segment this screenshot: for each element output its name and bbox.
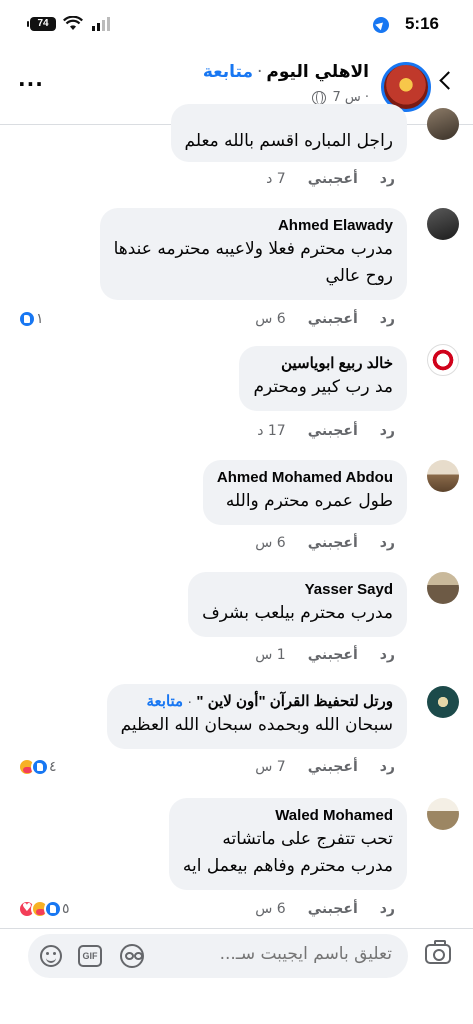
comment-time: 6 س [255, 901, 286, 917]
comment-author[interactable]: ورتل لتحفيظ القرآن "أون لاين " [196, 693, 393, 710]
comment-text: تحب تتفرج على ماتشاته [222, 829, 393, 849]
comment-text: مدرب محترم وفاهم بيعمل ايه [182, 856, 393, 876]
reaction-summary[interactable]: ٥ [18, 900, 74, 918]
comment-time: 1 س [255, 647, 286, 663]
comment-author[interactable]: Ahmed Mohamed Abdou [217, 468, 393, 488]
comment-time: 6 س [255, 535, 286, 551]
comment-time: 6 س [255, 311, 286, 327]
like-button[interactable]: أعجبني [308, 311, 358, 327]
comment-text: روح عالي [325, 266, 393, 286]
reply-button[interactable]: رد [380, 311, 395, 327]
comment-bubble[interactable]: خالد ربيع ابوياسين مد رب كبير ومحترم [239, 346, 407, 411]
like-button[interactable]: أعجبني [308, 535, 358, 551]
comment-text: راجل المباره اقسم بالله معلم [184, 131, 394, 151]
comment-author[interactable]: خالد ربيع ابوياسين [253, 354, 393, 374]
comment-actions: 7 س أعجبني رد [255, 759, 395, 775]
reply-button[interactable]: رد [380, 535, 395, 551]
comment-time: 7 د [266, 171, 286, 187]
comment-author[interactable]: Waled Mohamed [183, 806, 393, 826]
comment-input[interactable] [152, 944, 392, 964]
comment-text: مد رب كبير ومحترم [253, 377, 393, 397]
comment-text: طول عمره محترم والله [225, 491, 393, 511]
reply-button[interactable]: رد [380, 901, 395, 917]
like-button[interactable]: أعجبني [308, 647, 358, 663]
comment-text: سبحان الله وبحمده سبحان الله العظيم [120, 715, 393, 735]
reaction-summary[interactable]: ٤ [18, 758, 61, 776]
comment-bubble[interactable]: Ahmed Elawady مدرب محترم فعلا ولاعيبه مح… [99, 208, 407, 300]
comment-actions: 6 س أعجبني رد [255, 901, 395, 917]
avatar[interactable] [427, 460, 459, 492]
sticker-icon[interactable] [120, 944, 144, 968]
comment-actions: 6 س أعجبني رد [255, 311, 395, 327]
composer-divider [0, 928, 473, 929]
like-reaction-icon [44, 900, 62, 918]
reply-button[interactable]: رد [380, 423, 395, 439]
reaction-count: ٤ [49, 759, 57, 775]
avatar[interactable] [427, 108, 459, 140]
comment-bubble[interactable]: Waled Mohamed تحب تتفرج على ماتشاته مدرب… [168, 798, 407, 890]
gif-icon[interactable]: GIF [78, 945, 102, 967]
follow-button[interactable]: متابعة [146, 693, 183, 710]
avatar[interactable] [427, 208, 459, 240]
comment-actions: 17 د أعجبني رد [257, 423, 395, 439]
like-reaction-icon [31, 758, 49, 776]
reaction-summary[interactable]: ١ [18, 310, 48, 328]
comment-author[interactable]: Ahmed Elawady [114, 216, 393, 236]
like-button[interactable]: أعجبني [308, 901, 358, 917]
comment-composer[interactable]: GIF [28, 934, 408, 978]
camera-icon[interactable] [425, 940, 451, 964]
reply-button[interactable]: رد [380, 647, 395, 663]
reply-button[interactable]: رد [380, 759, 395, 775]
comment-text: مدرب محترم بيلعب بشرف [202, 603, 393, 623]
like-button[interactable]: أعجبني [308, 171, 358, 187]
reaction-count: ٥ [62, 901, 70, 917]
like-button[interactable]: أعجبني [308, 759, 358, 775]
reply-button[interactable]: رد [380, 171, 395, 187]
comment-actions: 7 د أعجبني رد [266, 171, 395, 187]
comments-list: راجل المباره اقسم بالله معلم 7 د أعجبني … [0, 0, 473, 1024]
comment-text: مدرب محترم فعلا ولاعيبه محترمه عندها [113, 239, 393, 259]
comment-actions: 6 س أعجبني رد [255, 535, 395, 551]
avatar[interactable] [427, 344, 459, 376]
avatar[interactable] [427, 798, 459, 830]
comment-author-line: ورتل لتحفيظ القرآن "أون لاين " · متابعة [121, 692, 393, 712]
emoji-icon[interactable] [40, 945, 62, 967]
comment-bubble[interactable]: Ahmed Mohamed Abdou طول عمره محترم والله [202, 460, 407, 525]
comment-bubble[interactable]: ورتل لتحفيظ القرآن "أون لاين " · متابعة … [106, 684, 407, 749]
avatar[interactable] [427, 572, 459, 604]
comment-time: 17 د [257, 423, 286, 439]
comment-actions: 1 س أعجبني رد [255, 647, 395, 663]
reaction-count: ١ [36, 311, 44, 327]
like-button[interactable]: أعجبني [308, 423, 358, 439]
comment-bubble[interactable]: راجل المباره اقسم بالله معلم [170, 104, 407, 162]
comment-time: 7 س [255, 759, 286, 775]
comment-author[interactable]: Yasser Sayd [202, 580, 393, 600]
comment-bubble[interactable]: Yasser Sayd مدرب محترم بيلعب بشرف [188, 572, 407, 637]
avatar[interactable] [427, 686, 459, 718]
like-reaction-icon [18, 310, 36, 328]
separator: · [187, 693, 193, 710]
